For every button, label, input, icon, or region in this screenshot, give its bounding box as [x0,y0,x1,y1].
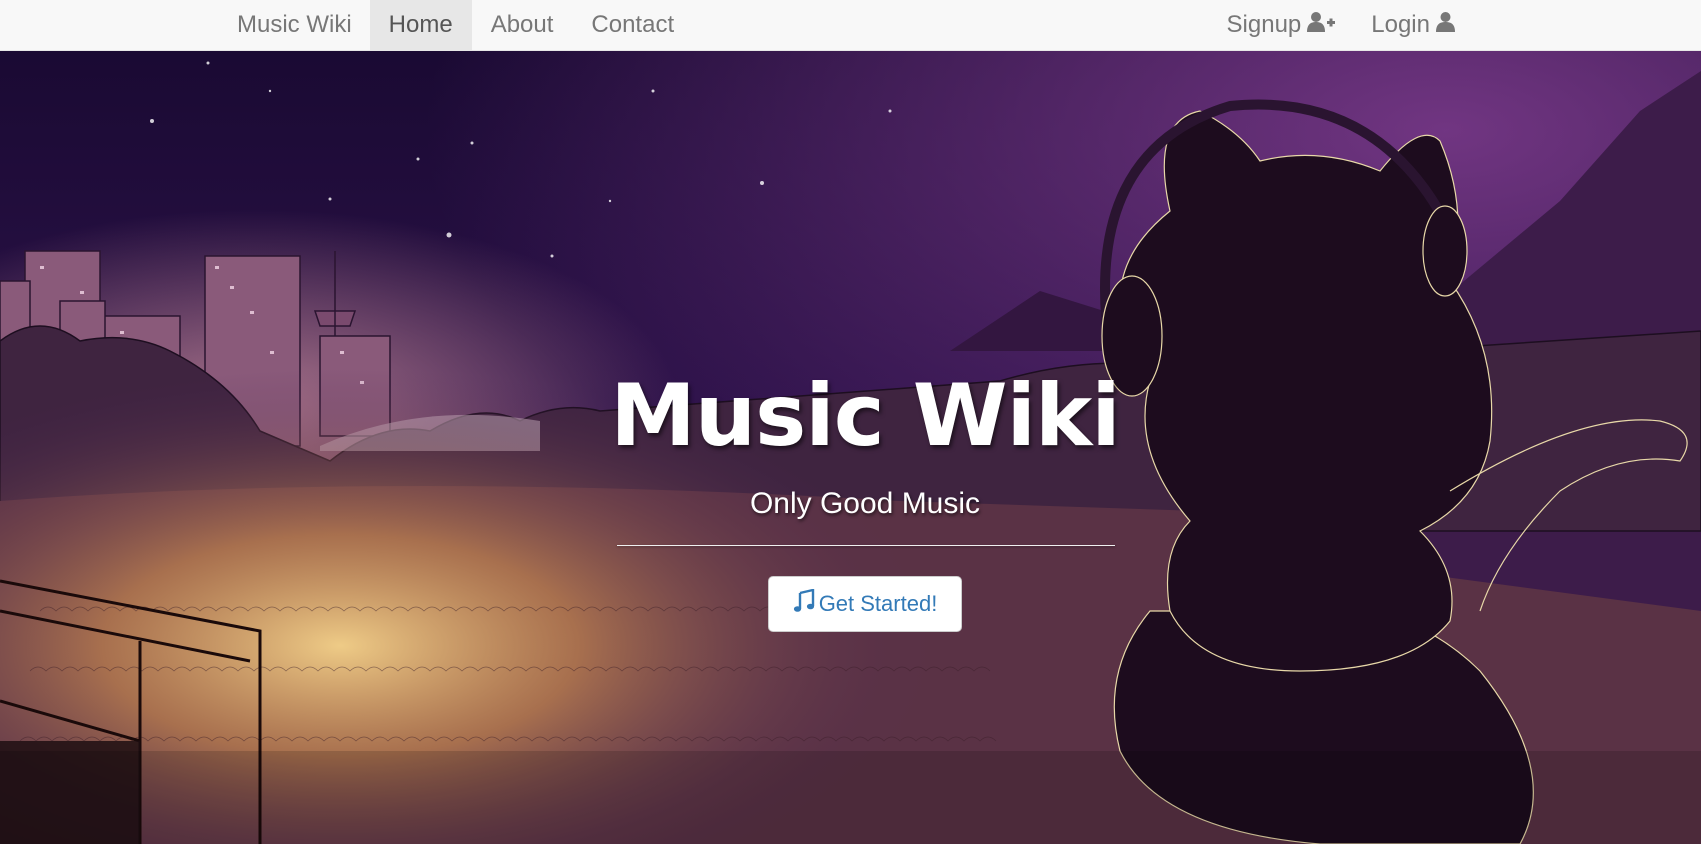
hero-title: Music Wiki [610,366,1120,466]
nav-left-group: Music Wiki Home About Contact [223,0,693,50]
nav-link-contact[interactable]: Contact [572,0,693,50]
nav-link-about[interactable]: About [472,0,573,50]
hero-content: Music Wiki Only Good Music Get Started! [0,51,1701,844]
nav-link-home[interactable]: Home [369,0,472,50]
hero-subtitle: Only Good Music [749,487,981,520]
brand-link[interactable]: Music Wiki [223,0,370,50]
hero-divider [617,545,1115,546]
get-started-label: Get Started! [818,591,938,616]
signup-link[interactable]: Signup [1209,0,1354,50]
user-icon [1436,11,1455,40]
top-navbar: Music Wiki Home About Contact Signup Log… [0,0,1701,51]
user-plus-icon [1307,11,1336,40]
login-label: Login [1371,11,1430,38]
hero-section: Music Wiki Only Good Music Get Started! [0,51,1701,844]
nav-right-group: Signup Login [1209,0,1473,50]
login-link[interactable]: Login [1353,0,1473,50]
get-started-button[interactable]: Get Started! [768,576,962,632]
music-note-icon [793,588,815,619]
signup-label: Signup [1226,11,1302,38]
